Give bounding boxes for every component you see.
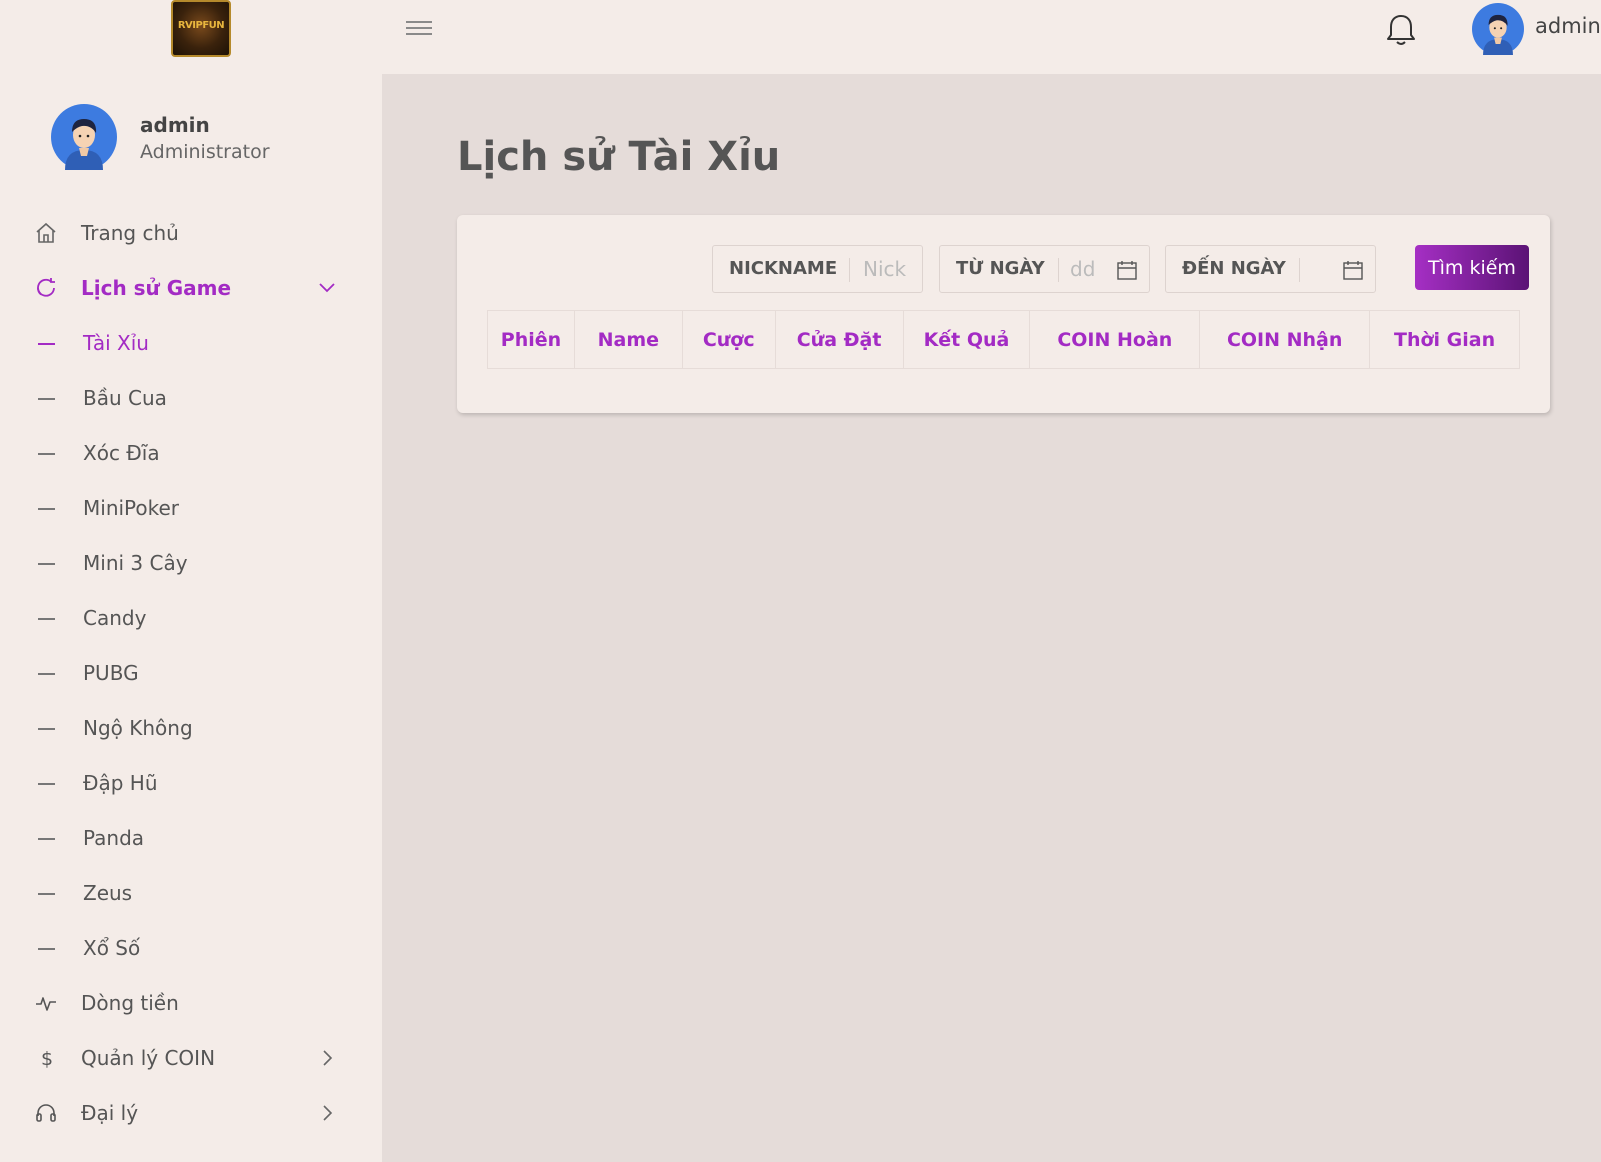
profile-role: Administrator	[140, 141, 270, 163]
sidebar-subitem-label: Bầu Cua	[83, 386, 167, 410]
activity-icon	[34, 991, 58, 1015]
from-date-field: TỪ NGÀY	[939, 245, 1150, 293]
column-header[interactable]: COIN Hoàn	[1029, 310, 1201, 369]
sidebar-item-label: Lịch sử Game	[81, 276, 232, 300]
calendar-icon[interactable]	[1342, 259, 1364, 281]
field-divider	[1058, 258, 1059, 282]
sidebar-item-game-history[interactable]: Lịch sử Game	[0, 264, 382, 314]
chevron-right-icon[interactable]	[316, 1047, 338, 1069]
sidebar-subitem-mini-3-cay[interactable]: Mini 3 Cây	[0, 539, 382, 589]
dash-icon	[38, 838, 55, 840]
to-date-field: ĐẾN NGÀY	[1165, 245, 1376, 293]
sidebar-subitem-label: PUBG	[83, 661, 139, 685]
avatar[interactable]	[1472, 3, 1524, 55]
sidebar-item-label: Trang chủ	[81, 221, 179, 245]
sidebar-item-cash-flow[interactable]: Dòng tiền	[0, 979, 382, 1029]
sidebar-subitem-label: Mini 3 Cây	[83, 551, 188, 575]
dash-icon	[38, 343, 55, 345]
sidebar-subitem-label: Candy	[83, 606, 147, 630]
column-header[interactable]: Thời Gian	[1369, 310, 1520, 369]
column-header[interactable]: Kết Quả	[902, 310, 1031, 369]
history-table: Phiên Name Cược Cửa Đặt Kết Quả COIN Hoà…	[487, 310, 1520, 369]
column-header[interactable]: COIN Nhận	[1199, 310, 1371, 369]
sidebar-item-label: Đại lý	[81, 1101, 139, 1125]
calendar-icon[interactable]	[1116, 259, 1138, 281]
sidebar-subitem-label: Tài Xỉu	[83, 331, 149, 355]
sidebar-subitem-label: Zeus	[83, 881, 133, 905]
from-date-label: TỪ NGÀY	[956, 258, 1045, 279]
sidebar-subitem-zeus[interactable]: Zeus	[0, 869, 382, 919]
history-icon	[34, 276, 58, 300]
chevron-right-icon[interactable]	[316, 1102, 338, 1124]
dash-icon	[38, 563, 55, 565]
chevron-down-icon[interactable]	[316, 277, 338, 299]
sidebar-subitem-label: Xóc Đĩa	[83, 441, 160, 465]
sidebar-subitem-dap-hu[interactable]: Đập Hũ	[0, 759, 382, 809]
logo[interactable]: RVIPFUN	[171, 0, 231, 57]
bell-icon[interactable]	[1384, 12, 1418, 48]
menu-toggle-icon[interactable]	[406, 18, 432, 42]
dash-icon	[38, 398, 55, 400]
profile-name: admin	[140, 113, 210, 137]
field-divider	[849, 258, 850, 282]
dash-icon	[38, 673, 55, 675]
sidebar-item-home[interactable]: Trang chủ	[0, 209, 382, 259]
search-button[interactable]: Tìm kiếm	[1415, 245, 1529, 290]
from-date-input[interactable]	[1070, 250, 1094, 288]
logo-text: RVIPFUN	[177, 20, 225, 31]
sidebar-subitem-tai-xiu[interactable]: Tài Xỉu	[0, 319, 382, 369]
nickname-input[interactable]	[863, 250, 919, 288]
sidebar-item-agent[interactable]: Đại lý	[0, 1089, 382, 1139]
sidebar-subitem-label: Ngộ Không	[83, 716, 193, 740]
profile-avatar	[51, 104, 117, 170]
sidebar-item-label: Dòng tiền	[81, 991, 179, 1015]
sidebar-subitem-minipoker[interactable]: MiniPoker	[0, 484, 382, 534]
column-header[interactable]: Phiên	[487, 310, 575, 369]
top-bar: RVIPFUN admin	[0, 0, 1601, 74]
sidebar-subitem-label: MiniPoker	[83, 496, 180, 520]
filter-card: NICKNAME TỪ NGÀY ĐẾN NGÀY Tìm kiếm Phiên…	[457, 215, 1550, 413]
sidebar-subitem-panda[interactable]: Panda	[0, 814, 382, 864]
dash-icon	[38, 508, 55, 510]
dash-icon	[38, 948, 55, 950]
sidebar-item-label: Quản lý COIN	[81, 1046, 216, 1070]
dash-icon	[38, 783, 55, 785]
sidebar: admin Administrator Trang chủ Lịch sử Ga…	[0, 74, 382, 1162]
sidebar-subitem-label: Panda	[83, 826, 145, 850]
sidebar-subitem-pubg[interactable]: PUBG	[0, 649, 382, 699]
nickname-label: NICKNAME	[729, 258, 838, 279]
dash-icon	[38, 453, 55, 455]
page-title: Lịch sử Tài Xỉu	[457, 134, 781, 180]
sidebar-subitem-bau-cua[interactable]: Bầu Cua	[0, 374, 382, 424]
column-header[interactable]: Cược	[681, 310, 776, 369]
dash-icon	[38, 728, 55, 730]
table-header-row: Phiên Name Cược Cửa Đặt Kết Quả COIN Hoà…	[487, 310, 1520, 369]
to-date-input[interactable]	[1306, 250, 1336, 288]
dollar-icon: $	[34, 1046, 58, 1070]
user-name[interactable]: admin	[1535, 14, 1601, 38]
sidebar-subitem-ngo-khong[interactable]: Ngộ Không	[0, 704, 382, 754]
home-icon	[34, 221, 58, 245]
field-divider	[1299, 258, 1300, 282]
svg-text:$: $	[41, 1048, 53, 1070]
column-header[interactable]: Cửa Đặt	[774, 310, 904, 369]
headset-icon	[34, 1101, 58, 1125]
sidebar-subitem-candy[interactable]: Candy	[0, 594, 382, 644]
sidebar-subitem-xo-so[interactable]: Xổ Số	[0, 924, 382, 974]
column-header[interactable]: Name	[573, 310, 683, 369]
dash-icon	[38, 893, 55, 895]
sidebar-subitem-label: Đập Hũ	[83, 771, 158, 795]
nickname-field: NICKNAME	[712, 245, 923, 293]
sidebar-item-coin-management[interactable]: $ Quản lý COIN	[0, 1034, 382, 1084]
sidebar-subitem-label: Xổ Số	[83, 936, 141, 960]
sidebar-subitem-xoc-dia[interactable]: Xóc Đĩa	[0, 429, 382, 479]
to-date-label: ĐẾN NGÀY	[1182, 258, 1286, 279]
dash-icon	[38, 618, 55, 620]
